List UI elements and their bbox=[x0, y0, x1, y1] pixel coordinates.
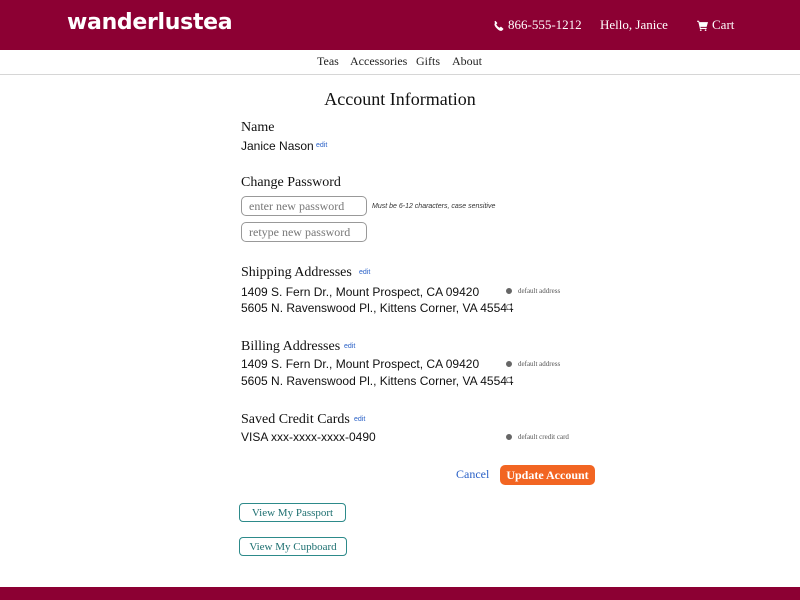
shipping-address-1: 1409 S. Fern Dr., Mount Prospect, CA 094… bbox=[241, 285, 480, 299]
billing-default-radio-2[interactable] bbox=[506, 377, 512, 383]
billing-default-radio-1[interactable] bbox=[506, 361, 512, 367]
name-value: Janice Nason bbox=[241, 139, 314, 153]
billing-default-label: default address bbox=[518, 360, 561, 368]
top-header-bar: wanderlustea 866-555-1212 Hello, Janice … bbox=[0, 0, 800, 50]
view-cupboard-button[interactable]: View My Cupboard bbox=[239, 537, 347, 556]
page-title: Account Information bbox=[324, 89, 476, 109]
name-heading: Name bbox=[241, 120, 275, 135]
phone-number[interactable]: 866-555-1212 bbox=[493, 17, 582, 33]
cancel-button[interactable]: Cancel bbox=[456, 467, 489, 482]
billing-addresses-heading: Billing Addresses bbox=[241, 339, 341, 354]
site-logo[interactable]: wanderlustea bbox=[67, 10, 233, 35]
nav-item-accessories[interactable]: Accessories bbox=[350, 54, 407, 69]
shipping-edit-link[interactable]: edit bbox=[359, 269, 370, 276]
phone-icon bbox=[493, 20, 504, 31]
view-passport-button[interactable]: View My Passport bbox=[239, 503, 346, 522]
cards-edit-link[interactable]: edit bbox=[354, 416, 365, 423]
retype-password-input[interactable] bbox=[241, 222, 367, 242]
footer-bar bbox=[0, 587, 800, 600]
cart-link[interactable]: Cart bbox=[697, 17, 734, 33]
new-password-input[interactable] bbox=[241, 196, 367, 216]
card-default-radio-1[interactable] bbox=[506, 434, 512, 440]
billing-edit-link[interactable]: edit bbox=[344, 343, 355, 350]
change-password-heading: Change Password bbox=[241, 175, 341, 190]
password-hint: Must be 6-12 characters, case sensitive bbox=[372, 203, 496, 210]
name-edit-link[interactable]: edit bbox=[316, 142, 327, 149]
shipping-address-2: 5605 N. Ravenswood Pl., Kittens Corner, … bbox=[241, 301, 514, 315]
shipping-default-label: default address bbox=[518, 287, 561, 295]
shipping-addresses-heading: Shipping Addresses bbox=[241, 265, 352, 280]
shipping-default-radio-2[interactable] bbox=[506, 304, 512, 310]
nav-item-teas[interactable]: Teas bbox=[317, 54, 339, 69]
nav-item-gifts[interactable]: Gifts bbox=[416, 54, 440, 69]
credit-card-1: VISA xxx-xxxx-xxxx-0490 bbox=[241, 430, 376, 444]
cart-label: Cart bbox=[712, 17, 735, 32]
saved-cards-heading: Saved Credit Cards bbox=[241, 412, 350, 427]
billing-address-1: 1409 S. Fern Dr., Mount Prospect, CA 094… bbox=[241, 357, 480, 371]
card-default-label: default credit card bbox=[518, 433, 569, 441]
update-account-button[interactable]: Update Account bbox=[500, 465, 595, 485]
billing-address-2: 5605 N. Ravenswood Pl., Kittens Corner, … bbox=[241, 374, 514, 388]
shipping-default-radio-1[interactable] bbox=[506, 288, 512, 294]
cart-icon bbox=[697, 20, 708, 31]
user-greeting[interactable]: Hello, Janice bbox=[600, 17, 668, 33]
main-nav: Teas Accessories Gifts About bbox=[0, 50, 800, 75]
nav-item-about[interactable]: About bbox=[452, 54, 482, 69]
phone-number-text: 866-555-1212 bbox=[508, 17, 582, 32]
